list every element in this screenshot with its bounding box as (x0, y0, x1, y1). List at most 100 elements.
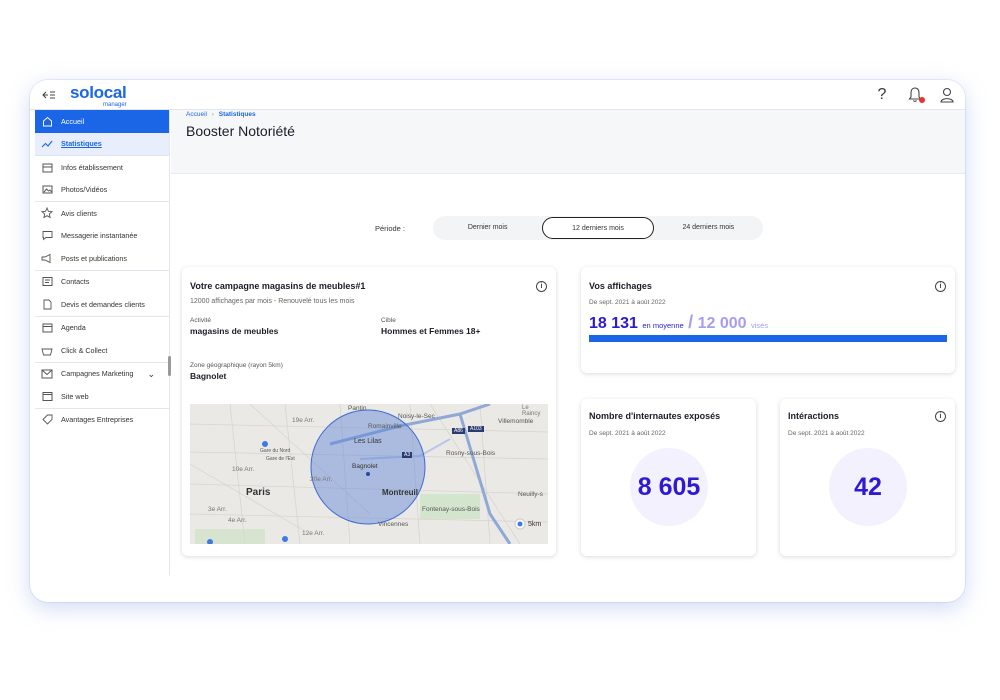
map-label-rosny-sous-bois: Rosny-sous-Bois (446, 450, 496, 457)
activity-label: Activité (190, 317, 211, 324)
document-icon (41, 298, 53, 310)
sidebar-item-label: Photos/Vidéos (61, 185, 108, 195)
sidebar-item-site-web[interactable]: Site web (35, 385, 169, 408)
sidebar-item-label: Agenda (61, 323, 86, 333)
sidebar-scrollbar[interactable] (168, 356, 171, 376)
sidebar-item-messagerie[interactable]: Messagerie instantanée (35, 225, 169, 248)
map-label-3e-arr: 3e Arr. (208, 506, 227, 513)
collapse-menu-icon[interactable] (42, 90, 56, 100)
info-icon[interactable]: i (935, 281, 946, 292)
map-radius-label: 5km (528, 521, 542, 528)
sidebar-item-devis[interactable]: Devis et demandes clients (35, 293, 169, 316)
breadcrumb: Accueil › Statistiques (186, 111, 256, 118)
breadcrumb-current: Statistiques (218, 111, 256, 118)
megaphone-icon (41, 252, 53, 264)
user-account-icon[interactable] (939, 86, 955, 104)
period-option-12-derniers-mois[interactable]: 12 derniers mois (542, 217, 654, 239)
basket-icon (41, 344, 53, 356)
map-label-villemomble: Villemomble (498, 418, 534, 425)
notification-dot (919, 97, 925, 103)
contact-card-icon (41, 276, 53, 288)
sidebar-item-label: Contacts (61, 277, 90, 287)
app-window: solocal manager ? Accueil Statistiques I… (30, 80, 965, 602)
map-road-a103: A103 (468, 426, 484, 432)
impressions-period: De sept. 2021 à août 2022 (589, 299, 666, 306)
impressions-target-suffix: visés (750, 321, 769, 330)
interactions-period: De sept. 2021 à août 2022 (788, 430, 865, 437)
campaign-subtitle: 12000 affichages par mois - Renouvelé to… (190, 298, 355, 305)
sidebar-item-label: Posts et publications (61, 253, 127, 263)
map-road-a3: A3 (402, 452, 413, 458)
info-icon[interactable]: i (536, 281, 547, 292)
breadcrumb-home-link[interactable]: Accueil (186, 111, 207, 118)
sidebar-item-label: Avantages Entreprises (61, 415, 134, 425)
target-value: Hommes et Femmes 18+ (381, 326, 481, 336)
map-label-gare-de-l-est: Gare de l'Est (266, 456, 295, 462)
activity-value: magasins de meubles (190, 326, 279, 336)
impressions-target: 12 000 (697, 315, 747, 332)
zone-value: Bagnolet (190, 371, 227, 381)
brand-name: solocal (70, 83, 127, 102)
reach-title: Nombre d'internautes exposés (589, 411, 721, 421)
mail-icon (41, 368, 53, 380)
sidebar-item-accueil[interactable]: Accueil (35, 110, 169, 133)
map-label-les-lilas: Les Lilas (354, 438, 382, 445)
interactions-card: Intéractions i De sept. 2021 à août 2022… (780, 399, 955, 556)
period-option-24-derniers-mois[interactable]: 24 derniers mois (654, 217, 763, 239)
sidebar-item-agenda[interactable]: Agenda (35, 317, 169, 340)
sidebar-item-posts[interactable]: Posts et publications (35, 247, 169, 270)
help-icon[interactable]: ? (873, 86, 891, 104)
sidebar-item-campagnes-marketing[interactable]: Campagnes Marketing ⌄ (35, 363, 169, 386)
sidebar-item-avantages-entreprises[interactable]: Avantages Entreprises (35, 409, 169, 432)
period-option-dernier-mois[interactable]: Dernier mois (433, 217, 542, 239)
sidebar-item-photos-videos[interactable]: Photos/Vidéos (35, 179, 169, 202)
sidebar-item-infos-etablissement[interactable]: Infos établissement (35, 156, 169, 179)
campaign-zone-map[interactable]: Pantin Noisy-le-Sec Romainville Villemom… (190, 404, 548, 544)
sidebar-item-avis-clients[interactable]: Avis clients (35, 202, 169, 225)
campaign-card: Votre campagne magasins de meubles#1 i 1… (182, 267, 556, 556)
target-label: Cible (381, 317, 396, 324)
reach-period: De sept. 2021 à août 2022 (589, 430, 666, 437)
map-label-4e-arr: 4e Arr. (228, 517, 247, 524)
map-label-neuilly: Neuilly-s (518, 491, 543, 498)
sidebar-item-label: Campagnes Marketing (61, 369, 134, 379)
app-logo[interactable]: solocal manager (70, 83, 127, 108)
period-label: Période : (375, 224, 406, 233)
sidebar-item-contacts[interactable]: Contacts (35, 271, 169, 294)
impressions-value: 18 131 (589, 315, 638, 332)
map-label-le-raincy: Le Raincy (522, 405, 541, 417)
sidebar-item-label: Infos établissement (61, 162, 123, 172)
map-label-12e-arr: 12e Arr. (302, 530, 325, 537)
trend-icon (41, 138, 53, 150)
website-icon (41, 390, 53, 402)
map-label-pantin: Pantin (348, 405, 367, 412)
chevron-down-icon[interactable]: ⌄ (147, 369, 155, 380)
page-header: Accueil › Statistiques Booster Notoriété (171, 110, 965, 174)
top-bar: solocal manager ? (30, 80, 965, 110)
zone-label: Zone géographique (rayon 5km) (190, 362, 283, 369)
info-icon[interactable]: i (935, 411, 946, 422)
sidebar-item-statistiques[interactable]: Statistiques (35, 132, 169, 155)
sidebar-item-label: Messagerie instantanée (61, 231, 138, 241)
map-label-bagnolet: Bagnolet (352, 463, 378, 470)
store-icon (41, 161, 53, 173)
brand-subtitle: manager (103, 102, 127, 108)
impressions-progress-bar (589, 335, 947, 342)
tag-icon (41, 414, 53, 426)
map-road-a86: A86 (452, 428, 465, 434)
impressions-kpi: 18 131 en moyenne / 12 000 visés (589, 312, 768, 333)
breadcrumb-separator: › (211, 111, 214, 118)
sidebar-item-label: Site web (61, 391, 89, 401)
sidebar-item-click-collect[interactable]: Click & Collect (35, 339, 169, 362)
map-label-fontenay-sous-bois: Fontenay-sous-Bois (422, 506, 480, 513)
map-label-paris: Paris (246, 487, 271, 498)
map-label-vincennes: Vincennes (378, 521, 409, 528)
map-label-noisy-le-sec: Noisy-le-Sec (398, 413, 435, 420)
notifications-bell-icon[interactable] (907, 86, 925, 104)
impressions-card: Vos affichages i De sept. 2021 à août 20… (581, 267, 955, 373)
page-title: Booster Notoriété (186, 123, 295, 139)
sidebar-item-label: Devis et demandes clients (61, 299, 145, 309)
map-label-19e-arr: 19e Arr. (292, 417, 315, 424)
home-icon (41, 115, 53, 127)
calendar-icon (41, 322, 53, 334)
